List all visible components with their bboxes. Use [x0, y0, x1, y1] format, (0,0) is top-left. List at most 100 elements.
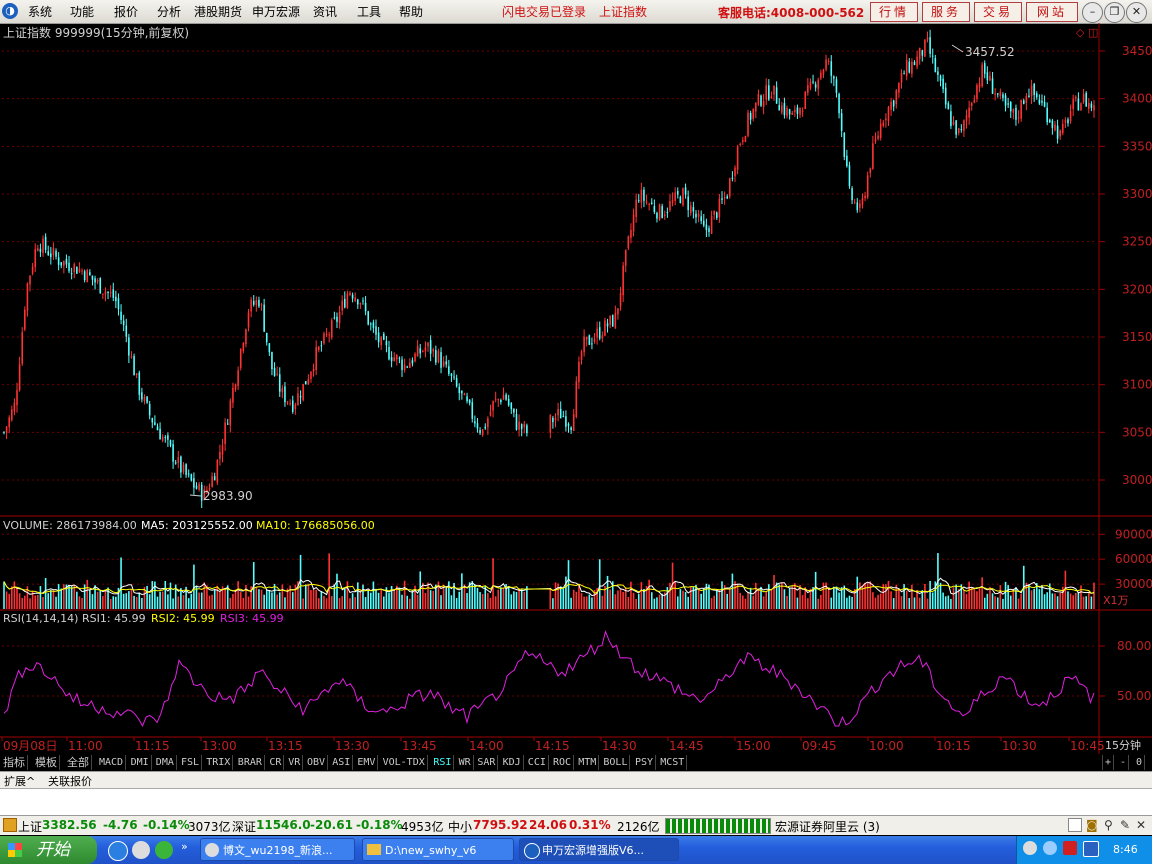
- indicator-tab-boll[interactable]: BOLL: [601, 755, 631, 770]
- menu-system[interactable]: 系统: [28, 3, 52, 20]
- website-button[interactable]: 网站: [1026, 2, 1078, 22]
- menu-help[interactable]: 帮助: [399, 3, 423, 20]
- time-tick-label: 13:45: [402, 739, 437, 753]
- candle-body: [50, 253, 52, 258]
- candle-body: [1022, 100, 1025, 104]
- candle-body: [552, 417, 554, 423]
- menu-news[interactable]: 资讯: [313, 3, 337, 20]
- service-button[interactable]: 服务: [922, 2, 970, 22]
- status-lock2-icon[interactable]: ◙: [1086, 818, 1098, 832]
- volume-bar: [765, 591, 768, 609]
- chart-window-icon[interactable]: ◫: [1088, 26, 1098, 39]
- status-settings-icon[interactable]: ✎: [1120, 818, 1130, 832]
- indicator-tab-rsi[interactable]: RSI: [431, 755, 455, 770]
- indicator-tab-cr[interactable]: CR: [267, 755, 285, 770]
- status-close-icon[interactable]: ✕: [1136, 818, 1146, 832]
- chart-area[interactable]: 3450 3400 3350 3300 3250 3200 3150 3100 3050 3000…: [0, 23, 1152, 768]
- quicklaunch-more-icon[interactable]: »: [181, 840, 188, 853]
- quotes-button[interactable]: 行情: [870, 2, 918, 22]
- menu-analysis[interactable]: 分析: [157, 3, 181, 20]
- indicator-tab-roc[interactable]: ROC: [551, 755, 575, 770]
- taskbar-item-folder[interactable]: D:\new_swhy_v6: [362, 838, 514, 861]
- chart-expand-icon[interactable]: ◇: [1076, 26, 1085, 39]
- indicator-tab-obv[interactable]: OBV: [305, 755, 329, 770]
- candle-body: [728, 178, 731, 197]
- volume-bar: [349, 598, 351, 609]
- indicator-tab-vr[interactable]: VR: [286, 755, 304, 770]
- status-lock-icon[interactable]: [3, 818, 17, 832]
- tray-app-icon[interactable]: [1043, 841, 1057, 855]
- period-label[interactable]: 15分钟: [1105, 738, 1141, 752]
- indicator-tab-fsl[interactable]: FSL: [179, 755, 203, 770]
- volume-bar: [180, 588, 182, 609]
- taskbar-item-swhy[interactable]: 申万宏源增强版V6...: [519, 838, 679, 861]
- candle-body: [390, 357, 393, 362]
- indicator-tab-macd[interactable]: MACD: [97, 755, 127, 770]
- volume-bar: [343, 588, 346, 609]
- indicator-reset-button[interactable]: 0: [1134, 755, 1146, 770]
- minimize-icon[interactable]: –: [1082, 2, 1103, 23]
- start-button[interactable]: 开始: [0, 836, 97, 864]
- indicator-tab-brar[interactable]: BRAR: [236, 755, 265, 770]
- candle-body: [905, 60, 908, 77]
- volume-bar: [148, 594, 151, 609]
- indicator-tab-mcst[interactable]: MCST: [658, 755, 688, 770]
- taskbar-item-browser[interactable]: 博文_wu2198_新浪...: [200, 838, 355, 861]
- indicator-tab-dma[interactable]: DMA: [154, 755, 177, 770]
- trade-button[interactable]: 交易: [974, 2, 1022, 22]
- candle-body: [70, 273, 73, 275]
- indicator-tab-cci[interactable]: CCI: [526, 755, 549, 770]
- candle-body: [364, 302, 367, 312]
- volume-bar: [377, 592, 380, 609]
- candle-body: [16, 389, 18, 406]
- tray-network-icon[interactable]: [1023, 841, 1037, 855]
- status-window-icon[interactable]: [1068, 818, 1082, 832]
- volume-bar: [1012, 588, 1015, 609]
- indicator-tab-模板[interactable]: 模板: [33, 755, 60, 770]
- candle-body: [679, 196, 682, 204]
- ie-green-quicklaunch-icon[interactable]: [155, 841, 173, 859]
- menu-tools[interactable]: 工具: [357, 3, 381, 20]
- indicator-tab-asi[interactable]: ASI: [330, 755, 354, 770]
- candle-body: [507, 398, 510, 406]
- menu-swhy[interactable]: 申万宏源: [252, 3, 300, 20]
- candle-body: [1020, 100, 1022, 119]
- candle-body: [1069, 111, 1072, 122]
- indicator-add-button[interactable]: +: [1102, 755, 1115, 770]
- ie-quicklaunch-icon[interactable]: [108, 841, 128, 861]
- indicator-tab-sar[interactable]: SAR: [475, 755, 499, 770]
- indicator-tab-trix[interactable]: TRIX: [204, 755, 234, 770]
- indicator-remove-button[interactable]: -: [1118, 755, 1130, 770]
- menu-hk-futures[interactable]: 港股期货: [194, 3, 242, 20]
- chart-svg[interactable]: 3450 3400 3350 3300 3250 3200 3150 3100 3050 3000…: [0, 23, 1152, 754]
- candle-body: [658, 204, 661, 220]
- chrome-quicklaunch-icon[interactable]: [132, 841, 150, 859]
- candle-body: [1046, 107, 1048, 123]
- candle-body: [796, 107, 799, 114]
- related-quotes-tab[interactable]: 关联报价: [48, 773, 92, 789]
- indicator-tab-psy[interactable]: PSY: [633, 755, 657, 770]
- volume-bar: [463, 584, 466, 609]
- candle-body: [11, 409, 13, 420]
- tray-clock: 8:46: [1113, 843, 1138, 856]
- tray-shield-icon[interactable]: [1083, 841, 1099, 857]
- candle-body: [700, 216, 702, 222]
- indicator-tab-vol-tdx[interactable]: VOL-TDX: [381, 755, 428, 770]
- sz-index-name: 深证: [232, 820, 257, 834]
- indicator-tab-全部[interactable]: 全部: [65, 755, 92, 770]
- close-icon[interactable]: ✕: [1126, 2, 1147, 23]
- indicator-tab-kdj[interactable]: KDJ: [501, 755, 524, 770]
- indicator-tab-emv[interactable]: EMV: [355, 755, 379, 770]
- menu-quote[interactable]: 报价: [114, 3, 138, 20]
- candle-body: [5, 426, 8, 433]
- indicator-tab-mtm[interactable]: MTM: [576, 755, 600, 770]
- indicator-tab-wr[interactable]: WR: [457, 755, 474, 770]
- indicator-tab-dmi[interactable]: DMI: [129, 755, 152, 770]
- indicator-tab-指标[interactable]: 指标: [1, 755, 28, 770]
- expand-toggle[interactable]: 扩展^: [4, 773, 35, 789]
- menu-function[interactable]: 功能: [70, 3, 94, 20]
- tray-antivirus-icon[interactable]: [1063, 841, 1077, 855]
- volume-bar: [370, 592, 372, 609]
- restore-icon[interactable]: ❐: [1104, 2, 1125, 23]
- signal-icon[interactable]: ⚲: [1104, 818, 1113, 832]
